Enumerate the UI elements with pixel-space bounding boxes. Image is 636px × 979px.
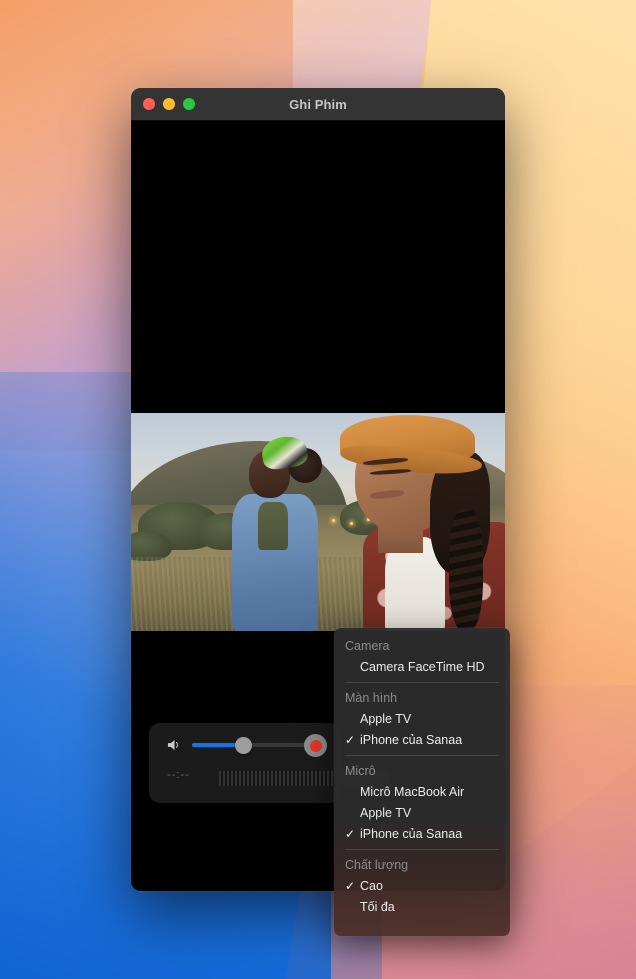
volume-knob[interactable]	[235, 736, 253, 754]
window-titlebar[interactable]: Ghi Phim	[131, 88, 505, 121]
menu-item[interactable]: ✓ Cao	[334, 875, 510, 896]
menu-item-label: iPhone của Sanaa	[360, 732, 463, 747]
person-left-top	[258, 502, 289, 551]
menu-item[interactable]: ✓ iPhone của Sanaa	[334, 729, 510, 750]
menu-section-header: Micrô	[345, 764, 376, 778]
playback-control-bar: --:--	[149, 723, 389, 803]
menu-item-label: Cao	[360, 878, 383, 893]
minimize-button[interactable]	[163, 98, 175, 110]
menu-separator	[345, 682, 499, 683]
menu-item[interactable]: Tối đa	[334, 896, 510, 917]
menu-item[interactable]: Apple TV	[334, 708, 510, 729]
recording-options-menu[interactable]: Camera Camera FaceTime HD Màn hình Apple TV…	[334, 628, 510, 936]
menu-item-label: Tối đa	[360, 899, 395, 914]
checkmark-icon: ✓	[345, 878, 356, 893]
speaker-icon[interactable]	[167, 738, 182, 752]
menu-section-header: Màn hình	[345, 691, 398, 705]
menu-item-label: Apple TV	[360, 805, 412, 820]
menu-item-label: iPhone của Sanaa	[360, 826, 463, 841]
menu-section-header: Camera	[345, 639, 390, 653]
close-button[interactable]	[143, 98, 155, 110]
traffic-lights	[131, 98, 195, 110]
record-button[interactable]	[304, 734, 327, 757]
menu-item[interactable]: Camera FaceTime HD	[334, 656, 510, 677]
menu-section-header: Chất lượng	[345, 858, 409, 872]
checkmark-icon: ✓	[345, 826, 356, 841]
menu-item-label: Apple TV	[360, 711, 412, 726]
menu-item[interactable]: Apple TV	[334, 802, 510, 823]
menu-item[interactable]: ✓ iPhone của Sanaa	[334, 823, 510, 844]
record-icon	[309, 739, 322, 752]
camera-preview-image	[131, 413, 505, 631]
menu-item-label: Micrô MacBook Air	[360, 784, 465, 799]
menu-item-label: Camera FaceTime HD	[360, 659, 485, 674]
volume-slider[interactable]	[192, 736, 307, 754]
control-row	[149, 723, 341, 767]
menu-separator	[345, 755, 499, 756]
zoom-button[interactable]	[183, 98, 195, 110]
person-right-braid	[448, 508, 483, 631]
menu-item[interactable]: Micrô MacBook Air	[334, 781, 510, 802]
timecode-display: --:--	[167, 769, 190, 781]
menu-separator	[345, 849, 499, 850]
checkmark-icon: ✓	[345, 732, 356, 747]
